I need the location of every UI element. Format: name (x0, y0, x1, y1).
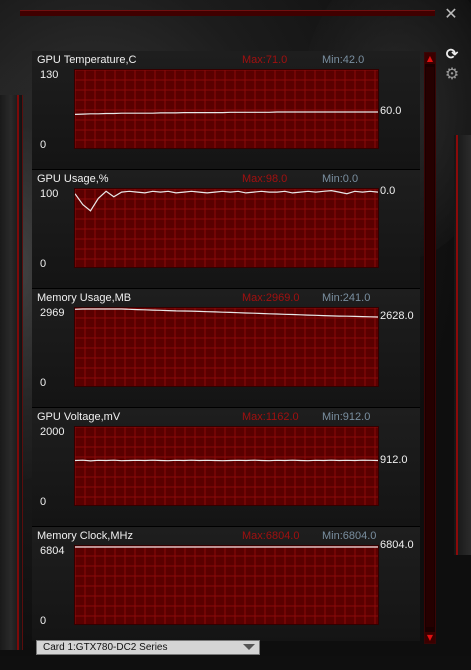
panel-max: Max:6804.0 (242, 530, 300, 542)
panel-title: GPU Usage,% (37, 173, 109, 185)
close-icon[interactable]: ✕ (443, 6, 459, 22)
panel-plot (74, 307, 379, 387)
panel-y-bottom: 0 (40, 615, 47, 627)
plot-background (75, 308, 378, 386)
panel-min: Min:912.0 (322, 411, 371, 423)
panel-plot (74, 426, 379, 506)
panel-current-value: 2628.0 (380, 309, 414, 322)
panel-4: Memory Clock,MHz Max:6804.0 Min:6804.0 6804… (32, 527, 420, 641)
series-line (75, 459, 378, 462)
card-select-label: Card 1:GTX780-DC2 Series (43, 642, 168, 653)
panel-plot (74, 188, 379, 268)
panel-max: Max:2969.0 (242, 292, 300, 304)
monitor-panels: GPU Temperature,C Max:71.0 Min:42.0 130 0 60.… (32, 51, 420, 641)
panel-y-top: 100 (40, 188, 59, 200)
plot-background (75, 427, 378, 505)
plot-background (75, 189, 378, 267)
plot-svg (75, 427, 378, 505)
scroll-down-arrow-icon[interactable]: ▼ (425, 632, 435, 643)
panel-max: Max:1162.0 (242, 411, 299, 423)
plot-svg (75, 308, 378, 386)
plot-svg (75, 189, 378, 267)
right-frame (454, 135, 471, 555)
panel-title: GPU Voltage,mV (37, 411, 121, 423)
panel-2: Memory Usage,MB Max:2969.0 Min:241.0 2969 0 2… (32, 289, 420, 408)
plot-svg (75, 70, 378, 148)
link-icon[interactable]: ⟳ (444, 46, 460, 62)
panel-1: GPU Usage,% Max:98.0 Min:0.0 100 0 0.0 (32, 170, 420, 289)
plot-background (75, 70, 378, 148)
scroll-thumb[interactable] (426, 67, 434, 627)
card-select[interactable]: Card 1:GTX780-DC2 Series (36, 640, 260, 655)
panel-max: Max:98.0 (242, 173, 288, 185)
panel-current-value: 912.0 (380, 453, 408, 466)
plot-svg (75, 546, 378, 624)
panel-min: Min:42.0 (322, 54, 365, 66)
panel-y-top: 2969 (40, 307, 65, 319)
panel-y-bottom: 0 (40, 258, 47, 270)
bottom-strip (0, 656, 471, 670)
chevron-down-icon[interactable] (243, 644, 255, 650)
panel-title: Memory Usage,MB (37, 292, 132, 304)
left-frame (0, 95, 23, 650)
panel-y-bottom: 0 (40, 496, 47, 508)
panel-min: Min:241.0 (322, 292, 371, 304)
panel-plot (74, 545, 379, 625)
top-frame (20, 10, 435, 16)
panel-title: GPU Temperature,C (37, 54, 137, 66)
panel-3: GPU Voltage,mV Max:1162.0 Min:912.0 2000 0 91… (32, 408, 420, 527)
gear-icon[interactable]: ⚙ (444, 66, 460, 82)
panel-y-bottom: 0 (40, 377, 47, 389)
panel-current-value: 0.0 (380, 185, 396, 198)
scrollbar[interactable]: ▲ ▼ (424, 52, 436, 644)
panel-max: Max:71.0 (242, 54, 288, 66)
panel-title: Memory Clock,MHz (37, 530, 133, 542)
monitor-window: ✕ ⟳ ⚙ GPU Temperature,C Max:71.0 Min:42.0 1… (0, 0, 471, 670)
panel-current-value: 6804.0 (380, 539, 414, 551)
plot-background (75, 546, 378, 624)
panel-y-bottom: 0 (40, 139, 47, 151)
panel-plot (74, 69, 379, 149)
scroll-up-arrow-icon[interactable]: ▲ (425, 53, 435, 64)
panel-y-top: 6804 (40, 545, 65, 557)
panel-min: Min:0.0 (322, 173, 359, 185)
panel-0: GPU Temperature,C Max:71.0 Min:42.0 130 0 60.… (32, 51, 420, 170)
panel-min: Min:6804.0 (322, 530, 377, 542)
panel-y-top: 2000 (40, 426, 65, 438)
panel-y-top: 130 (40, 69, 59, 81)
panel-current-value: 60.0 (380, 105, 402, 117)
